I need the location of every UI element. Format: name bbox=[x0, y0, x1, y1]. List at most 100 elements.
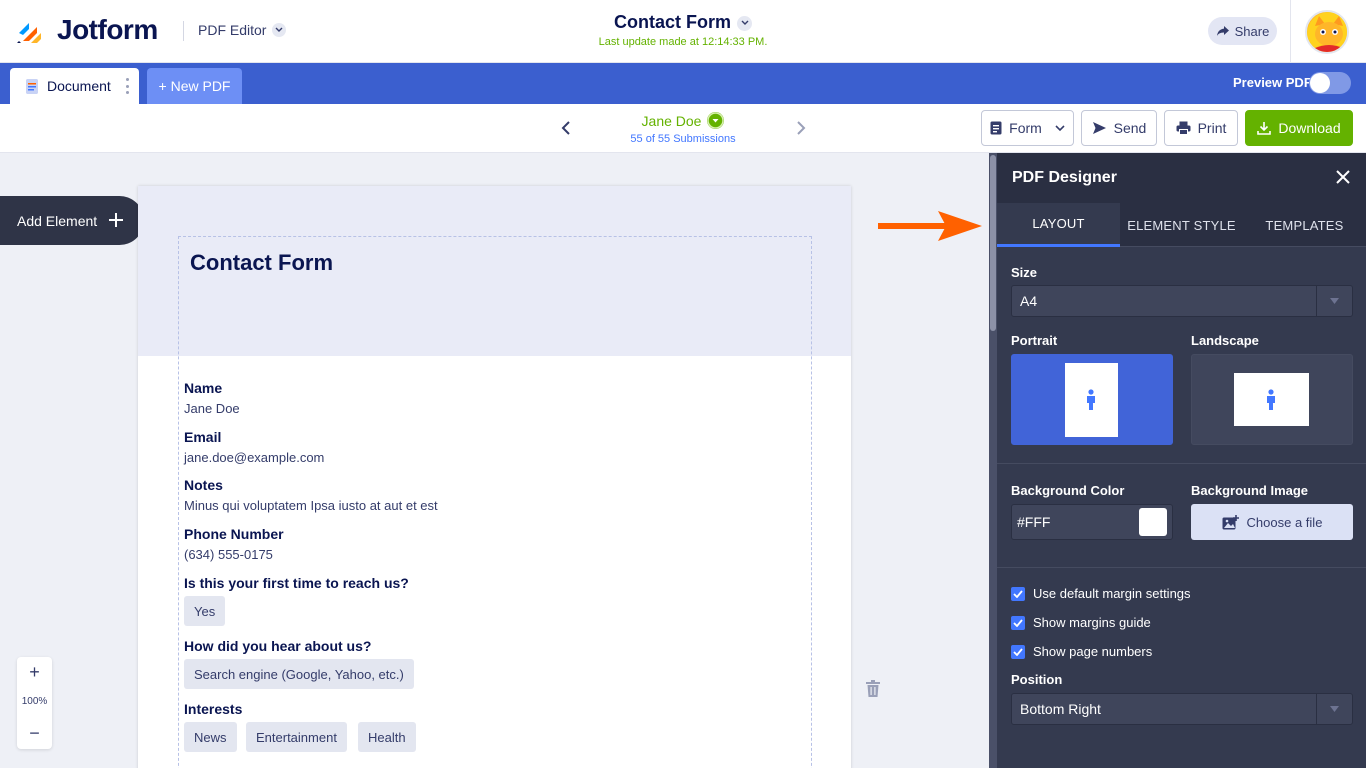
portrait-sheet bbox=[1065, 363, 1118, 437]
background-color-input[interactable]: #FFF bbox=[1011, 504, 1173, 540]
field-value[interactable]: (634) 555-0175 bbox=[184, 547, 273, 562]
next-submission-icon[interactable] bbox=[793, 119, 809, 137]
checkbox-checked-icon[interactable] bbox=[1011, 644, 1025, 659]
document-title[interactable]: Contact Form bbox=[190, 250, 333, 276]
portrait-label: Portrait bbox=[1011, 333, 1058, 348]
share-label: Share bbox=[1234, 23, 1270, 39]
print-button[interactable]: Print bbox=[1164, 110, 1238, 146]
document-icon bbox=[26, 78, 38, 94]
portrait-option[interactable] bbox=[1011, 354, 1173, 445]
panel-header: PDF Designer bbox=[997, 153, 1366, 203]
avatar[interactable] bbox=[1305, 10, 1349, 54]
checkbox-checked-icon[interactable] bbox=[1011, 586, 1025, 601]
field-label[interactable]: Name bbox=[184, 380, 222, 396]
position-label: Position bbox=[1011, 672, 1063, 687]
panel-tabs: LAYOUT ELEMENT STYLE TEMPLATES bbox=[997, 203, 1366, 247]
size-select[interactable]: A4 bbox=[1011, 285, 1353, 317]
chevron-down-icon bbox=[1055, 125, 1065, 132]
landscape-label: Landscape bbox=[1191, 333, 1259, 348]
field-label[interactable]: Notes bbox=[184, 477, 223, 493]
section-divider bbox=[997, 567, 1366, 568]
size-value: A4 bbox=[1020, 293, 1038, 309]
tab-document-label: Document bbox=[47, 78, 111, 94]
answer-chip[interactable]: Entertainment bbox=[246, 722, 347, 752]
top-bar: Jotform PDF Editor Contact Form Last upd… bbox=[0, 0, 1366, 63]
add-element-button[interactable]: Add Element bbox=[0, 196, 144, 245]
annotation-arrow-icon bbox=[878, 211, 982, 241]
field-value[interactable]: Minus qui voluptatem Ipsa iusto at aut e… bbox=[184, 498, 438, 513]
default-margin-checkbox[interactable]: Use default margin settings bbox=[1011, 586, 1191, 601]
form-button-label: Form bbox=[1009, 120, 1042, 136]
kebab-menu-icon[interactable] bbox=[126, 78, 129, 94]
add-element-label: Add Element bbox=[17, 212, 98, 229]
answer-chip[interactable]: News bbox=[184, 722, 237, 752]
new-pdf-button[interactable]: + New PDF bbox=[147, 68, 242, 104]
tab-layout[interactable]: LAYOUT bbox=[997, 203, 1120, 247]
form-dropdown-button[interactable]: Form bbox=[981, 110, 1074, 146]
landscape-sheet bbox=[1234, 373, 1309, 426]
form-title-text: Contact Form bbox=[614, 12, 731, 32]
preview-pdf-label: Preview PDF bbox=[1233, 75, 1312, 90]
tab-templates[interactable]: TEMPLATES bbox=[1243, 203, 1366, 247]
close-icon[interactable] bbox=[1336, 170, 1350, 184]
cat-avatar-icon bbox=[1307, 12, 1347, 52]
answer-chip[interactable]: Search engine (Google, Yahoo, etc.) bbox=[184, 659, 414, 689]
background-color-value: #FFF bbox=[1017, 514, 1051, 530]
color-swatch[interactable] bbox=[1139, 508, 1167, 536]
field-label[interactable]: Phone Number bbox=[184, 526, 284, 542]
answer-chip[interactable]: Health bbox=[358, 722, 416, 752]
checkbox-checked-icon[interactable] bbox=[1011, 615, 1025, 630]
document-tab-bar: Document + New PDF Preview PDF bbox=[0, 63, 1366, 104]
field-label[interactable]: Interests bbox=[184, 701, 242, 717]
position-select[interactable]: Bottom Right bbox=[1011, 693, 1353, 725]
panel-title: PDF Designer bbox=[1012, 169, 1117, 186]
panel-scrollbar-thumb[interactable] bbox=[990, 155, 996, 331]
show-margins-guide-checkbox[interactable]: Show margins guide bbox=[1011, 615, 1151, 630]
person-icon bbox=[1267, 389, 1275, 410]
form-title[interactable]: Contact Form bbox=[0, 12, 1366, 33]
last-update-text: Last update made at 12:14:33 PM. bbox=[598, 36, 768, 48]
field-value[interactable]: Jane Doe bbox=[184, 401, 240, 416]
tab-element-style[interactable]: ELEMENT STYLE bbox=[1120, 203, 1243, 247]
background-color-label: Background Color bbox=[1011, 483, 1125, 498]
trash-icon[interactable] bbox=[866, 680, 880, 697]
choose-file-label: Choose a file bbox=[1246, 514, 1323, 530]
zoom-out-button[interactable]: − bbox=[17, 723, 52, 744]
zoom-in-button[interactable]: + bbox=[17, 662, 52, 683]
field-label[interactable]: Email bbox=[184, 429, 221, 445]
checkbox-label: Show page numbers bbox=[1033, 644, 1153, 659]
account-area bbox=[1290, 0, 1366, 63]
preview-pdf-toggle[interactable] bbox=[1309, 72, 1351, 94]
pdf-designer-panel: PDF Designer LAYOUT ELEMENT STYLE TEMPLA… bbox=[997, 153, 1366, 768]
submission-name: Jane Doe bbox=[641, 113, 702, 129]
field-label[interactable]: How did you hear about us? bbox=[184, 638, 371, 654]
printer-icon bbox=[1176, 121, 1191, 135]
tab-document[interactable]: Document bbox=[10, 68, 139, 104]
background-image-label: Background Image bbox=[1191, 483, 1309, 498]
toggle-knob bbox=[1310, 73, 1330, 93]
share-button[interactable]: Share bbox=[1208, 17, 1277, 45]
answer-chip[interactable]: Yes bbox=[184, 596, 226, 626]
chevron-down-icon bbox=[1316, 694, 1352, 724]
size-label: Size bbox=[1011, 265, 1038, 280]
share-arrow-icon bbox=[1216, 26, 1229, 36]
pdf-page[interactable]: Contact Form Name Jane Doe Email jane.do… bbox=[138, 186, 851, 768]
chevron-down-icon bbox=[737, 15, 752, 31]
field-label[interactable]: Is this your first time to reach us? bbox=[184, 575, 409, 591]
landscape-option[interactable] bbox=[1191, 354, 1353, 445]
submission-selector[interactable]: Jane Doe bbox=[0, 112, 1366, 129]
download-button[interactable]: Download bbox=[1245, 110, 1353, 146]
send-icon bbox=[1092, 122, 1106, 134]
send-button[interactable]: Send bbox=[1081, 110, 1157, 146]
submission-bar: Jane Doe 55 of 55 Submissions Form Send … bbox=[0, 104, 1366, 153]
chevron-down-icon bbox=[707, 112, 725, 129]
zoom-level: 100% bbox=[21, 696, 48, 707]
choose-file-button[interactable]: Choose a file bbox=[1191, 504, 1353, 540]
print-button-label: Print bbox=[1197, 120, 1227, 136]
show-page-numbers-checkbox[interactable]: Show page numbers bbox=[1011, 644, 1152, 659]
checkbox-label: Show margins guide bbox=[1033, 615, 1151, 630]
plus-icon bbox=[109, 213, 123, 227]
download-icon bbox=[1257, 122, 1272, 135]
field-value[interactable]: jane.doe@example.com bbox=[184, 450, 324, 465]
form-icon bbox=[990, 121, 1002, 135]
